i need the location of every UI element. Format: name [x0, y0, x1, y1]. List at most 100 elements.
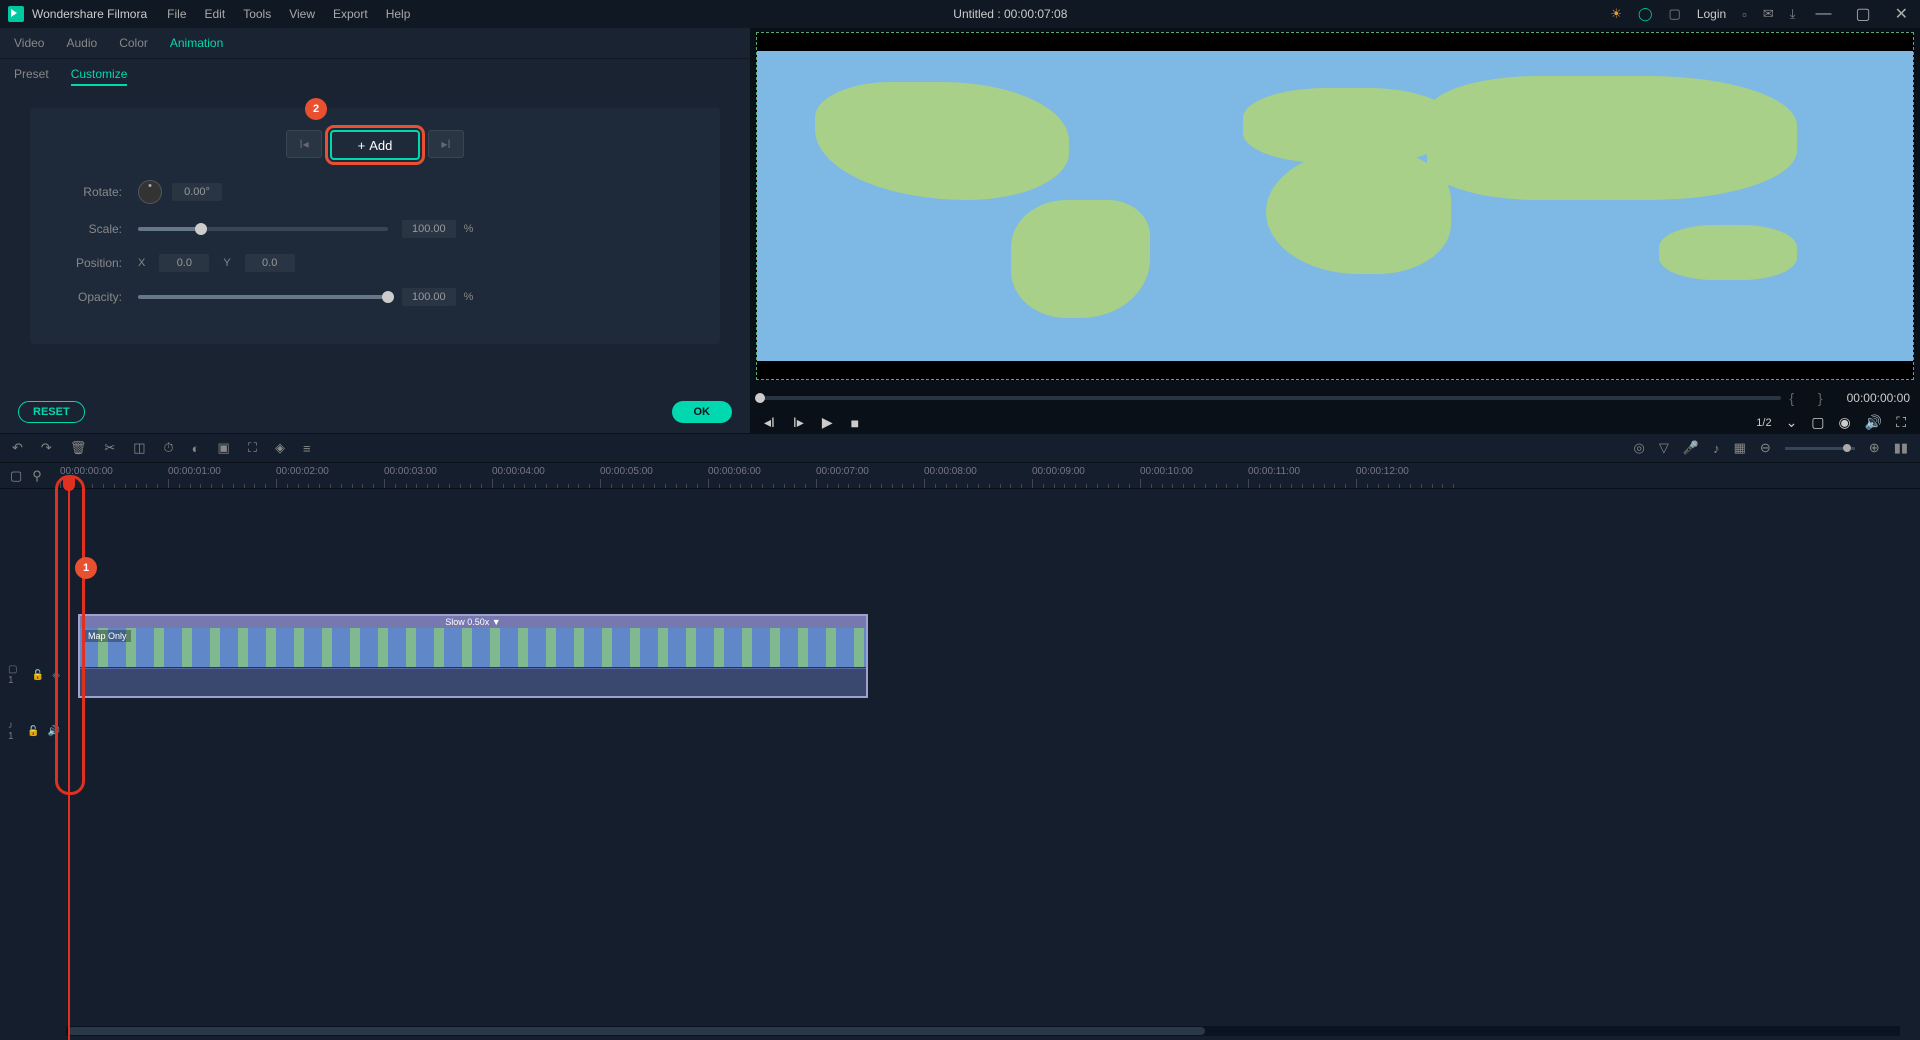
preview-viewport[interactable]: [756, 32, 1914, 380]
video-track-label: ▢ 1: [8, 664, 24, 686]
tab-audio[interactable]: Audio: [66, 36, 97, 50]
zoom-slider[interactable]: [1785, 447, 1855, 450]
properties-panel: Video Audio Color Animation Preset Custo…: [0, 28, 750, 433]
snapshot-icon[interactable]: ◉: [1839, 414, 1851, 431]
settings-button[interactable]: ≡: [303, 441, 311, 456]
timeline-link-icon[interactable]: ▢: [10, 468, 22, 484]
track-keyframe-icon[interactable]: ◈: [52, 670, 60, 681]
timeline-scrollbar[interactable]: [66, 1026, 1900, 1036]
display-icon[interactable]: ▢: [1811, 414, 1824, 431]
next-frame-button[interactable]: I▸: [793, 414, 804, 431]
reset-button[interactable]: RESET: [18, 401, 85, 423]
clip-speed-label[interactable]: Slow 0.50x ▼: [80, 616, 866, 628]
audio-mute-icon[interactable]: 🔊: [48, 726, 60, 737]
zoom-in-button[interactable]: ⊕: [1869, 440, 1880, 456]
app-name: Wondershare Filmora: [32, 7, 147, 21]
track-lock-icon[interactable]: 🔓: [32, 670, 44, 681]
rotate-label: Rotate:: [52, 185, 122, 199]
mixer-icon[interactable]: ▦: [1734, 440, 1746, 456]
fit-button[interactable]: ⛶: [248, 440, 257, 456]
lightbulb-icon[interactable]: ☀: [1610, 6, 1622, 22]
prev-keyframe-button[interactable]: I◂: [286, 130, 322, 158]
ok-button[interactable]: OK: [672, 401, 733, 423]
timeline-ruler[interactable]: 00:00:00:0000:00:01:0000:00:02:0000:00:0…: [60, 463, 1920, 488]
greenscreen-button[interactable]: ▣: [218, 440, 230, 456]
scale-unit: %: [464, 223, 474, 235]
annotation-1: 1: [75, 557, 97, 579]
download-icon[interactable]: ⤓: [1790, 6, 1796, 22]
mail-icon[interactable]: ✉: [1763, 6, 1774, 22]
menu-edit[interactable]: Edit: [205, 7, 226, 21]
rotate-knob[interactable]: [138, 180, 162, 204]
app-logo-icon: [8, 6, 24, 22]
preview-seekbar[interactable]: [760, 396, 1781, 400]
playhead[interactable]: [68, 489, 70, 1040]
position-label: Position:: [52, 256, 122, 270]
scale-value[interactable]: 100.00: [402, 220, 456, 238]
split-button[interactable]: ✂: [104, 440, 115, 456]
preview-time: 00:00:00:00: [1847, 391, 1910, 405]
scale-label: Scale:: [52, 222, 122, 236]
speed-button[interactable]: ⏱: [164, 440, 174, 456]
redo-button[interactable]: ↷: [41, 440, 52, 456]
position-y-label: Y: [223, 257, 230, 269]
annotation-2: 2: [305, 98, 327, 120]
position-x-value[interactable]: 0.0: [159, 254, 209, 272]
tab-animation[interactable]: Animation: [170, 36, 223, 50]
timeline-view-icon[interactable]: ▮▮: [1894, 440, 1908, 456]
position-x-label: X: [138, 257, 145, 269]
opacity-slider[interactable]: [138, 295, 388, 299]
close-button[interactable]: ✕: [1891, 4, 1912, 24]
tab-video[interactable]: Video: [14, 36, 44, 50]
audio-lock-icon[interactable]: 🔓: [27, 726, 39, 737]
prev-frame-button[interactable]: ◂I: [764, 414, 775, 431]
preview-ratio[interactable]: 1/2: [1756, 417, 1771, 429]
audio-track-label: ♪ 1: [8, 720, 19, 742]
video-clip[interactable]: Slow 0.50x ▼ Map Only: [78, 614, 868, 698]
menu-view[interactable]: View: [289, 7, 315, 21]
document-title: Untitled : 00:00:07:08: [410, 7, 1610, 21]
maximize-button[interactable]: ▢: [1851, 4, 1874, 24]
menu-help[interactable]: Help: [386, 7, 411, 21]
crop-button[interactable]: ◫: [133, 440, 145, 456]
zoom-out-button[interactable]: ⊖: [1760, 440, 1771, 456]
opacity-label: Opacity:: [52, 290, 122, 304]
opacity-unit: %: [464, 291, 474, 303]
delete-button[interactable]: 🗑: [70, 440, 87, 456]
menu-file[interactable]: File: [167, 7, 186, 21]
volume-icon[interactable]: 🔊: [1865, 414, 1882, 431]
stop-button[interactable]: ■: [851, 415, 859, 431]
bookmark-icon[interactable]: ▽: [1659, 440, 1669, 456]
headphones-icon[interactable]: ◯: [1638, 6, 1653, 22]
clip-audio-waveform: [80, 668, 866, 696]
marker-icon[interactable]: ◎: [1634, 440, 1645, 456]
next-keyframe-button[interactable]: ▸I: [428, 130, 464, 158]
tab-color[interactable]: Color: [119, 36, 148, 50]
timeline-magnet-icon[interactable]: ⚲: [32, 468, 42, 484]
subtab-customize[interactable]: Customize: [71, 67, 128, 86]
menu-export[interactable]: Export: [333, 7, 368, 21]
clip-name: Map Only: [84, 630, 131, 642]
play-button[interactable]: ▶: [822, 414, 833, 431]
login-button[interactable]: Login: [1697, 7, 1726, 21]
undo-button[interactable]: ↶: [12, 440, 23, 456]
bracket-icons[interactable]: { }: [1789, 390, 1832, 406]
opacity-value[interactable]: 100.00: [402, 288, 456, 306]
music-icon[interactable]: ♪: [1713, 441, 1720, 456]
timeline-toolbar: ↶ ↷ 🗑 ✂ ◫ ⏱ ◐ ▣ ⛶ ◈ ≡ ◎ ▽ 🎤 ♪ ▦ ⊖ ⊕ ▮▮: [0, 433, 1920, 463]
save-icon[interactable]: ▫: [1742, 7, 1747, 22]
subtab-preset[interactable]: Preset: [14, 67, 49, 86]
menu-tools[interactable]: Tools: [243, 7, 271, 21]
add-keyframe-button[interactable]: +Add: [330, 130, 420, 160]
chevron-down-icon[interactable]: ⌄: [1786, 414, 1798, 431]
position-y-value[interactable]: 0.0: [245, 254, 295, 272]
fullscreen-icon[interactable]: ⛶: [1896, 414, 1906, 431]
scale-slider[interactable]: [138, 227, 388, 231]
minimize-button[interactable]: —: [1811, 5, 1835, 23]
keyframe-button[interactable]: ◈: [275, 440, 285, 456]
mic-icon[interactable]: 🎤: [1683, 440, 1699, 456]
rotate-value[interactable]: 0.00°: [172, 183, 222, 201]
timeline: ▢ ⚲ 00:00:00:0000:00:01:0000:00:02:0000:…: [0, 463, 1920, 1040]
color-button[interactable]: ◐: [192, 441, 200, 456]
gift-icon[interactable]: ▢: [1669, 6, 1681, 22]
